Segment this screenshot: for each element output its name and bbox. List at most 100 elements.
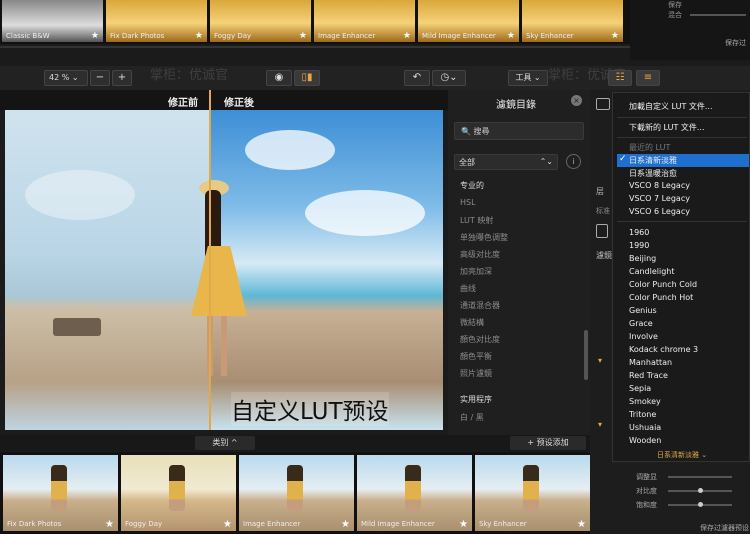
filter-item[interactable]: 微結構 bbox=[460, 317, 484, 328]
menu-item-lut[interactable]: Candlelight bbox=[629, 267, 675, 276]
preset-thumb[interactable]: Sky Enhancer ★ bbox=[522, 0, 623, 42]
menu-item-lut[interactable]: Color Punch Cold bbox=[629, 280, 697, 289]
star-icon[interactable]: ★ bbox=[195, 31, 203, 41]
slider-knob[interactable] bbox=[698, 502, 703, 507]
filter-category-select[interactable]: 全部 ⌃⌄ bbox=[454, 154, 558, 170]
filter-search-input[interactable]: 🔍 搜尋 bbox=[454, 122, 584, 140]
compare-icon[interactable]: ▯▮ bbox=[294, 70, 320, 86]
filter-item[interactable]: 顏色对比度 bbox=[460, 334, 500, 345]
slider-label: 对比度 bbox=[636, 487, 657, 495]
preset-thumb[interactable]: Sky Enhancer ★ bbox=[475, 455, 590, 531]
menu-item-load-lut[interactable]: 加載自定义 LUT 文件... bbox=[629, 101, 713, 112]
menu-item-lut[interactable]: Tritone bbox=[629, 410, 656, 419]
collapse-icon[interactable]: ▾ bbox=[598, 420, 608, 429]
star-icon[interactable]: ★ bbox=[105, 519, 114, 530]
menu-item-lut[interactable]: Wooden bbox=[629, 436, 661, 445]
menu-item-lut[interactable]: Kodack chrome 3 bbox=[629, 345, 698, 354]
preset-thumb[interactable]: Image Enhancer ★ bbox=[239, 455, 354, 531]
category-button[interactable]: 类别 ^ bbox=[195, 436, 255, 450]
grid-icon[interactable]: ☷ bbox=[608, 70, 632, 86]
star-icon[interactable]: ★ bbox=[223, 519, 232, 530]
preset-thumb[interactable]: Classic B&W ★ bbox=[2, 0, 103, 42]
menu-item-lut[interactable]: Ushuaia bbox=[629, 423, 661, 432]
menu-item-lut[interactable]: 1990 bbox=[629, 241, 649, 250]
preset-thumb[interactable]: Foggy Day ★ bbox=[121, 455, 236, 531]
layer-thumb-icon[interactable] bbox=[596, 224, 608, 238]
menu-item-lut[interactable]: Grace bbox=[629, 319, 653, 328]
history-icon[interactable]: ◷⌄ bbox=[432, 70, 466, 86]
compare-split-handle[interactable] bbox=[209, 90, 211, 430]
star-icon[interactable]: ★ bbox=[91, 31, 99, 41]
menu-item-lut[interactable]: 1960 bbox=[629, 228, 649, 237]
compare-header: 修正前 修正後 bbox=[0, 90, 448, 110]
filter-item[interactable]: 通道混合器 bbox=[460, 300, 500, 311]
star-icon[interactable]: ★ bbox=[577, 519, 586, 530]
star-icon[interactable]: ★ bbox=[507, 31, 515, 41]
menu-item-lut[interactable]: Smokey bbox=[629, 397, 661, 406]
filter-item[interactable]: 照片濾鏡 bbox=[460, 368, 492, 379]
image-icon[interactable] bbox=[596, 98, 610, 110]
blend-slider[interactable] bbox=[690, 14, 746, 16]
zoom-in-button[interactable]: + bbox=[112, 70, 132, 86]
blend-label: 混合 bbox=[668, 11, 682, 19]
thumb-figure bbox=[169, 465, 185, 511]
preset-thumb[interactable]: Mild Image Enhancer ★ bbox=[418, 0, 519, 42]
filter-item[interactable]: HSL bbox=[460, 198, 476, 207]
star-icon[interactable]: ★ bbox=[403, 31, 411, 41]
menu-item-lut[interactable]: Red Trace bbox=[629, 371, 668, 380]
menu-item-lut[interactable]: Manhattan bbox=[629, 358, 672, 367]
star-icon[interactable]: ★ bbox=[299, 31, 307, 41]
add-preset-button[interactable]: + 预设添加 bbox=[510, 436, 586, 450]
filter-item[interactable]: 高级对比度 bbox=[460, 249, 500, 260]
filter-item[interactable]: 加亮加深 bbox=[460, 266, 492, 277]
filter-item[interactable]: LUT 映射 bbox=[460, 215, 493, 226]
collapse-icon[interactable]: ▾ bbox=[598, 356, 608, 365]
star-icon[interactable]: ★ bbox=[459, 519, 468, 530]
menu-item-lut[interactable]: 日系溫暖治愈 bbox=[629, 168, 677, 179]
menu-divider bbox=[617, 137, 747, 138]
thumb-figure bbox=[523, 465, 539, 511]
menu-item-download-lut[interactable]: 下載新的 LUT 文件... bbox=[629, 122, 705, 133]
close-icon[interactable]: × bbox=[571, 95, 582, 106]
filter-item[interactable]: 顏色平衡 bbox=[460, 351, 492, 362]
menu-item-lut[interactable]: Sepia bbox=[629, 384, 651, 393]
preset-thumb[interactable]: Image Enhancer ★ bbox=[314, 0, 415, 42]
menu-item-lut[interactable]: 日系清新淡雅 bbox=[629, 155, 677, 166]
bottom-bar: 类别 ^ + 预设添加 bbox=[0, 435, 590, 451]
zoom-select[interactable]: 42 % ⌄ bbox=[44, 70, 88, 86]
slider-track[interactable] bbox=[668, 476, 732, 478]
leg bbox=[221, 316, 227, 376]
tools-menu[interactable]: 工具 ⌄ bbox=[508, 70, 548, 86]
save-filter-preset-button[interactable]: 保存过濾器预设 bbox=[700, 523, 749, 533]
tools-label: 工具 bbox=[515, 73, 532, 82]
thumb-figure bbox=[287, 465, 303, 511]
menu-item-lut[interactable]: Genius bbox=[629, 306, 657, 315]
menu-item-lut[interactable]: VSCO 8 Legacy bbox=[629, 181, 690, 190]
menu-item-lut[interactable]: VSCO 6 Legacy bbox=[629, 207, 690, 216]
filter-item[interactable]: 单独曝色调整 bbox=[460, 232, 508, 243]
eye-icon[interactable]: ◉ bbox=[266, 70, 292, 86]
top-save-button[interactable]: 保存过 bbox=[725, 38, 746, 48]
preset-thumb[interactable]: Mild Image Enhancer ★ bbox=[357, 455, 472, 531]
preset-thumb[interactable]: Fix Dark Photos ★ bbox=[106, 0, 207, 42]
filter-item[interactable]: 白 / 黑 bbox=[460, 412, 484, 423]
current-lut-select[interactable]: 日系清新淡雅 ⌄ bbox=[657, 450, 707, 460]
star-icon[interactable]: ★ bbox=[611, 31, 619, 41]
preset-thumb[interactable]: Fix Dark Photos ★ bbox=[3, 455, 118, 531]
zoom-out-button[interactable]: − bbox=[90, 70, 110, 86]
before-image bbox=[5, 110, 210, 430]
info-icon[interactable]: i bbox=[566, 154, 581, 169]
scrollbar[interactable] bbox=[584, 330, 588, 380]
sliders-icon[interactable]: ≡ bbox=[636, 70, 660, 86]
undo-icon[interactable]: ↶ bbox=[404, 70, 430, 86]
menu-item-lut[interactable]: Beijing bbox=[629, 254, 656, 263]
slider-knob[interactable] bbox=[698, 488, 703, 493]
menu-item-lut[interactable]: VSCO 7 Legacy bbox=[629, 194, 690, 203]
filter-item[interactable]: 曲线 bbox=[460, 283, 476, 294]
menu-item-lut[interactable]: Involve bbox=[629, 332, 658, 341]
preset-label: Foggy Day bbox=[214, 32, 252, 40]
photo-canvas[interactable]: 自定义LUT预设 bbox=[5, 110, 443, 430]
preset-thumb[interactable]: Foggy Day ★ bbox=[210, 0, 311, 42]
star-icon[interactable]: ★ bbox=[341, 519, 350, 530]
menu-item-lut[interactable]: Color Punch Hot bbox=[629, 293, 693, 302]
